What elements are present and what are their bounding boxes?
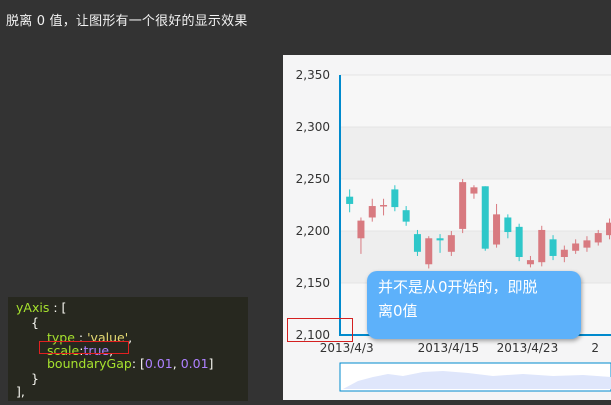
candle-body <box>504 217 512 233</box>
code-array-close: ], <box>16 384 25 399</box>
candlestick-chart: 2,100 2,150 2,200 2,250 2,300 2,350 2013/4/3 20… <box>283 55 611 400</box>
tooltip-line-2: 离0值 <box>378 302 418 320</box>
candle-body <box>583 240 591 248</box>
candle-body <box>538 229 546 263</box>
axis-min-highlight-box <box>287 318 353 342</box>
grid-band <box>340 127 611 179</box>
candle-body <box>572 243 580 251</box>
code-gap-value-2: 0.01 <box>180 356 209 371</box>
candle-body <box>493 214 501 245</box>
candle-body <box>470 187 478 194</box>
code-line-boundarygap: boundaryGap: [0.01, 0.01] <box>47 356 214 372</box>
code-gap-comma: , <box>172 356 181 371</box>
tooltip-line-1: 并不是从0开始的，即脱 <box>378 278 538 296</box>
code-line-yaxis: yAxis : [ <box>16 300 67 316</box>
x-tick-label: 2 <box>591 341 599 355</box>
code-gap-sep: : [ <box>131 356 145 371</box>
x-tick-label: 2013/4/3 <box>320 341 374 355</box>
code-brace-open: { <box>31 315 39 330</box>
y-tick-label: 2,300 <box>296 120 330 134</box>
code-snippet: yAxis : [ { type : 'value', scale:true, … <box>8 297 248 401</box>
code-line-array-close: ], <box>16 384 25 400</box>
code-gap-end: ] <box>208 356 214 371</box>
code-yaxis-key: yAxis <box>16 300 50 315</box>
x-tick-label: 2013/4/15 <box>418 341 480 355</box>
candle-body <box>606 222 611 236</box>
candle-body <box>413 234 421 252</box>
grid-band <box>340 75 611 127</box>
candle-body <box>346 196 354 204</box>
candle-body <box>425 238 433 265</box>
page-caption: 脱离 0 值，让图形有一个很好的显示效果 <box>6 14 248 29</box>
candle-body <box>515 226 523 257</box>
candle-body <box>391 189 399 208</box>
candle-body <box>459 182 467 229</box>
code-yaxis-open: : [ <box>49 300 67 315</box>
candle-body <box>357 220 365 239</box>
y-tick-label: 2,250 <box>296 172 330 186</box>
candle-body <box>560 249 568 257</box>
candle-body <box>549 239 557 256</box>
candle-body <box>447 235 455 252</box>
candle-body <box>526 260 534 265</box>
x-tick-label: 2013/4/23 <box>497 341 559 355</box>
candle-body <box>436 238 444 241</box>
code-line-brace-close: } <box>31 371 39 387</box>
scale-true-highlight-box <box>39 341 129 354</box>
code-brace-close: } <box>31 371 39 386</box>
candle-body <box>402 210 410 222</box>
candle-body <box>368 206 376 218</box>
candle-body <box>380 205 388 207</box>
y-tick-label: 2,350 <box>296 68 330 82</box>
chart-svg: 2,1002,1502,2002,2502,3002,3502013/4/3 20… <box>296 68 611 392</box>
candle-body <box>594 233 602 243</box>
candle-body <box>481 186 489 249</box>
code-gap-value-1: 0.01 <box>144 356 173 371</box>
annotation-tooltip: 并不是从0开始的，即脱 离0值 <box>367 271 581 339</box>
y-tick-label: 2,150 <box>296 276 330 290</box>
y-tick-label: 2,200 <box>296 224 330 238</box>
code-gap-key: boundaryGap <box>47 356 132 371</box>
code-line-brace-open: { <box>31 315 39 331</box>
